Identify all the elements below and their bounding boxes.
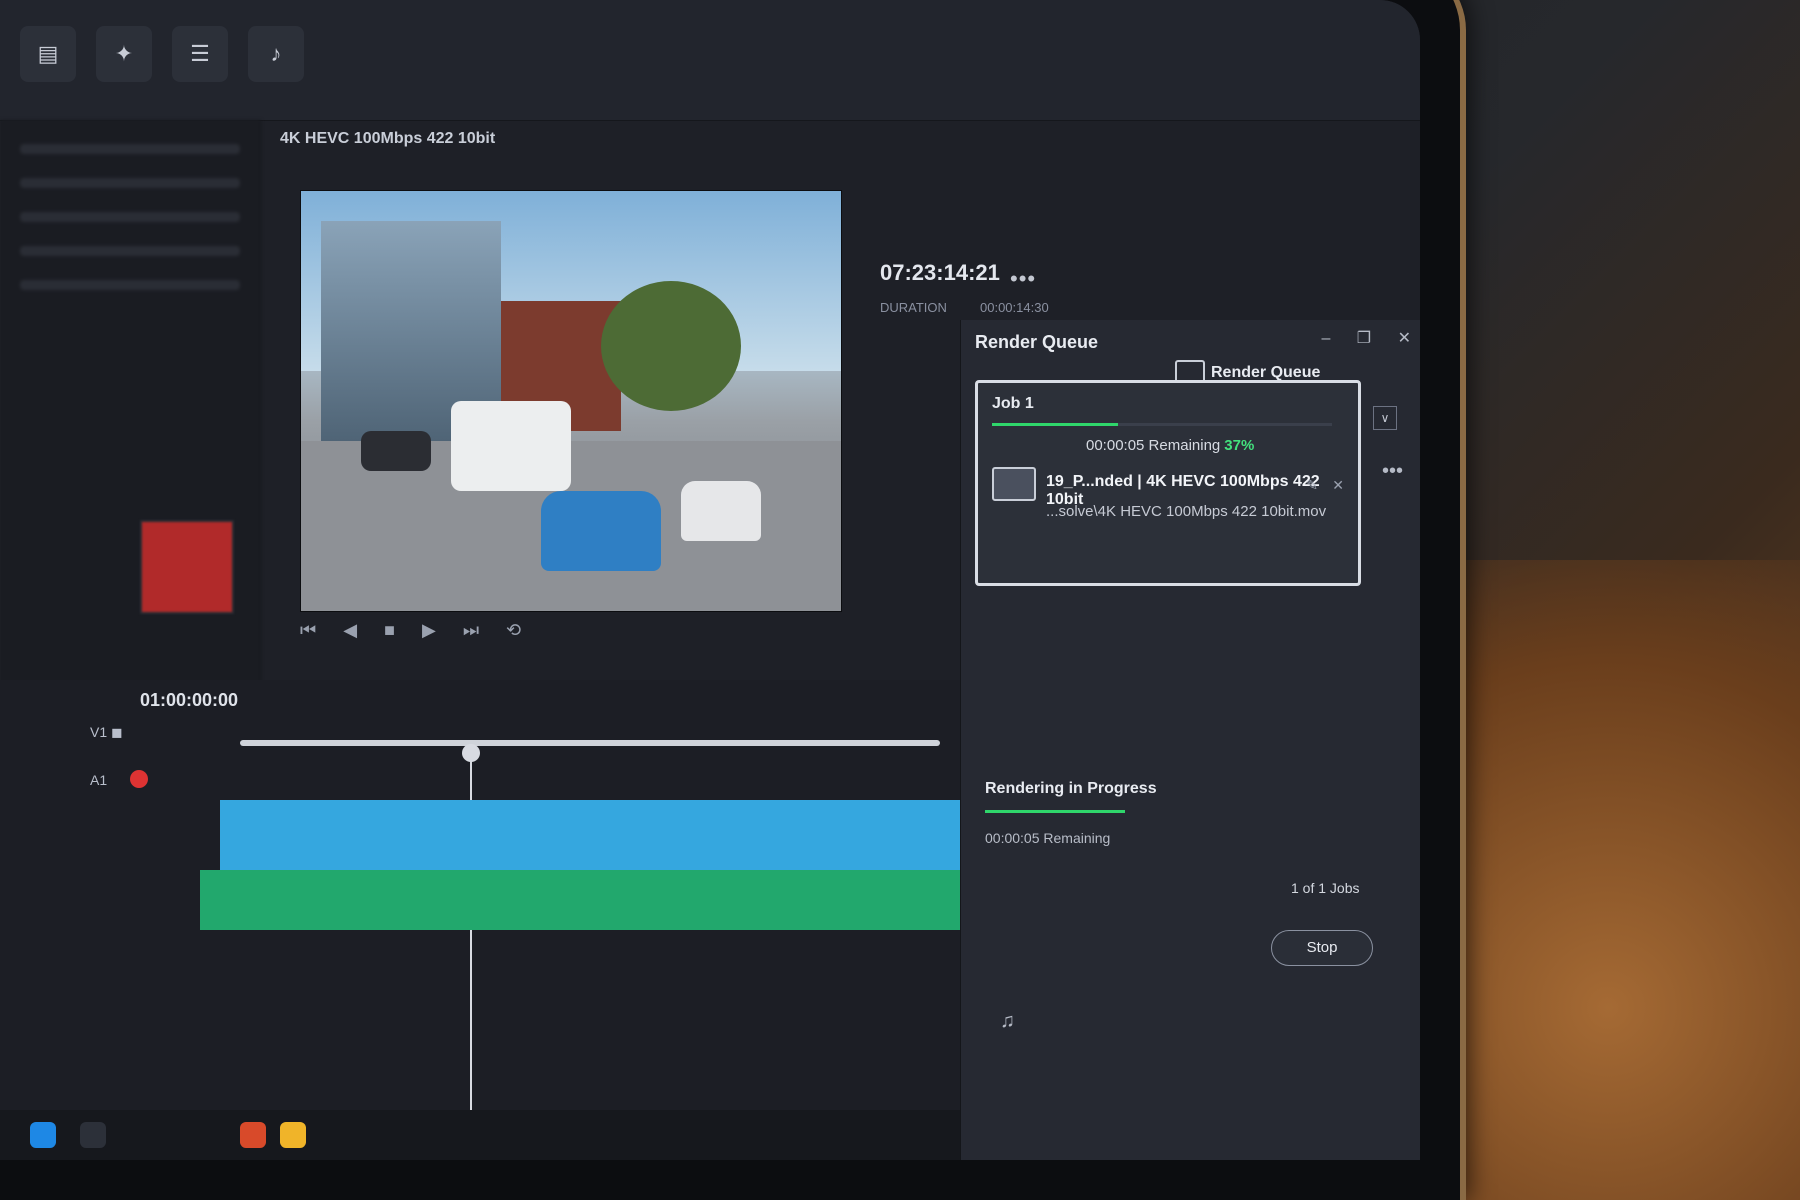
play-icon[interactable]: ▶: [422, 620, 436, 641]
job-percent: 37%: [1224, 437, 1255, 454]
frame-tree: [601, 281, 741, 411]
frame-car: [361, 431, 431, 471]
job-progress-fill: [992, 423, 1118, 426]
frame-van: [451, 401, 571, 491]
job-file-icon: [992, 467, 1036, 501]
minimize-icon[interactable]: –: [1321, 330, 1330, 347]
render-queue-title: Render Queue: [975, 332, 1099, 352]
job-remaining-text: 00:00:05 Remaining: [1086, 437, 1221, 454]
restore-icon[interactable]: ❐: [1357, 330, 1371, 347]
timeline-timecode[interactable]: 01:00:00:00: [140, 690, 238, 711]
folder-icon[interactable]: [280, 1122, 306, 1148]
pool-item[interactable]: [20, 212, 240, 222]
timeline-ruler[interactable]: [240, 740, 940, 746]
viewer-title: 4K HEVC 100Mbps 422 10bit: [280, 130, 496, 147]
media-pool-icon[interactable]: ▤: [20, 26, 76, 82]
video-clip[interactable]: [220, 800, 960, 870]
music-icon[interactable]: ♫: [1000, 1010, 1015, 1033]
stop-icon[interactable]: ■: [384, 620, 395, 641]
transport-controls: ⏮ ◀ ■ ▶ ⏭ ⟲: [300, 620, 860, 664]
stop-button[interactable]: Stop: [1271, 930, 1373, 966]
job-progress-bar: [992, 423, 1332, 426]
pool-item[interactable]: [20, 178, 240, 188]
window-controls: – ❐ ✕: [1299, 328, 1411, 348]
rendering-progress-bar: [985, 810, 1125, 813]
duration-value: 00:00:14:30: [980, 300, 1049, 315]
play-reverse-icon[interactable]: ◀: [343, 620, 357, 641]
laptop-bezel: ▤ ✦ ☰ ♪ 4K HEVC 100Mbps 422 10bit 07:23:…: [0, 0, 1460, 1200]
search-icon[interactable]: [80, 1122, 106, 1148]
audio-track-controls[interactable]: A1: [90, 772, 107, 788]
edit-index-icon[interactable]: ☰: [172, 26, 228, 82]
app-icon[interactable]: [240, 1122, 266, 1148]
chevron-down-icon[interactable]: ∨: [1373, 406, 1397, 430]
skip-forward-icon[interactable]: ⏭: [463, 620, 479, 641]
pool-item[interactable]: [20, 280, 240, 290]
rendering-status-title: Rendering in Progress: [985, 780, 1157, 797]
viewer-timecode[interactable]: 07:23:14:21: [880, 260, 1000, 286]
loop-icon[interactable]: ⟲: [506, 620, 521, 641]
effects-icon[interactable]: ✦: [96, 26, 152, 82]
video-track-controls[interactable]: V1 ◼: [90, 724, 123, 741]
render-queue-options-icon[interactable]: •••: [1382, 460, 1403, 483]
viewer-options-icon[interactable]: •••: [1010, 266, 1036, 292]
close-icon[interactable]: ✕: [1398, 330, 1411, 347]
frame-car: [681, 481, 761, 541]
render-job-card[interactable]: Job 1 00:00:05 Remaining 37% 19_P...nded …: [975, 380, 1361, 586]
job-remaining: 00:00:05 Remaining 37%: [1086, 437, 1254, 454]
duration-label: DURATION: [880, 300, 947, 315]
frame-car: [541, 491, 661, 571]
pool-item[interactable]: [20, 144, 240, 154]
sound-library-icon[interactable]: ♪: [248, 26, 304, 82]
video-viewer[interactable]: [300, 190, 842, 612]
pool-item[interactable]: [20, 246, 240, 256]
top-toolbar: ▤ ✦ ☰ ♪: [0, 0, 1420, 121]
clip-thumbnail[interactable]: [140, 520, 234, 614]
rendering-remaining: 00:00:05 Remaining: [985, 830, 1111, 846]
job-output-path: ...solve\4K HEVC 100Mbps 422 10bit.mov: [1046, 503, 1327, 520]
render-queue-panel: Render Queue Render Queue – ❐ ✕ ∨ ••• Jo…: [960, 320, 1420, 1160]
timeline-panel: 01:00:00:00 V1 ◼ A1: [0, 680, 960, 1160]
pencil-icon[interactable]: ✎: [1306, 477, 1318, 494]
job-label: Job 1: [992, 395, 1034, 412]
start-icon[interactable]: [30, 1122, 56, 1148]
jobs-count: 1 of 1 Jobs: [1291, 880, 1360, 896]
app-window: ▤ ✦ ☰ ♪ 4K HEVC 100Mbps 422 10bit 07:23:…: [0, 0, 1420, 1160]
skip-back-icon[interactable]: ⏮: [300, 620, 316, 641]
audio-clip[interactable]: [200, 870, 960, 930]
remove-job-icon[interactable]: ✕: [1332, 477, 1344, 494]
taskbar: [0, 1110, 960, 1160]
record-icon[interactable]: [130, 770, 148, 788]
